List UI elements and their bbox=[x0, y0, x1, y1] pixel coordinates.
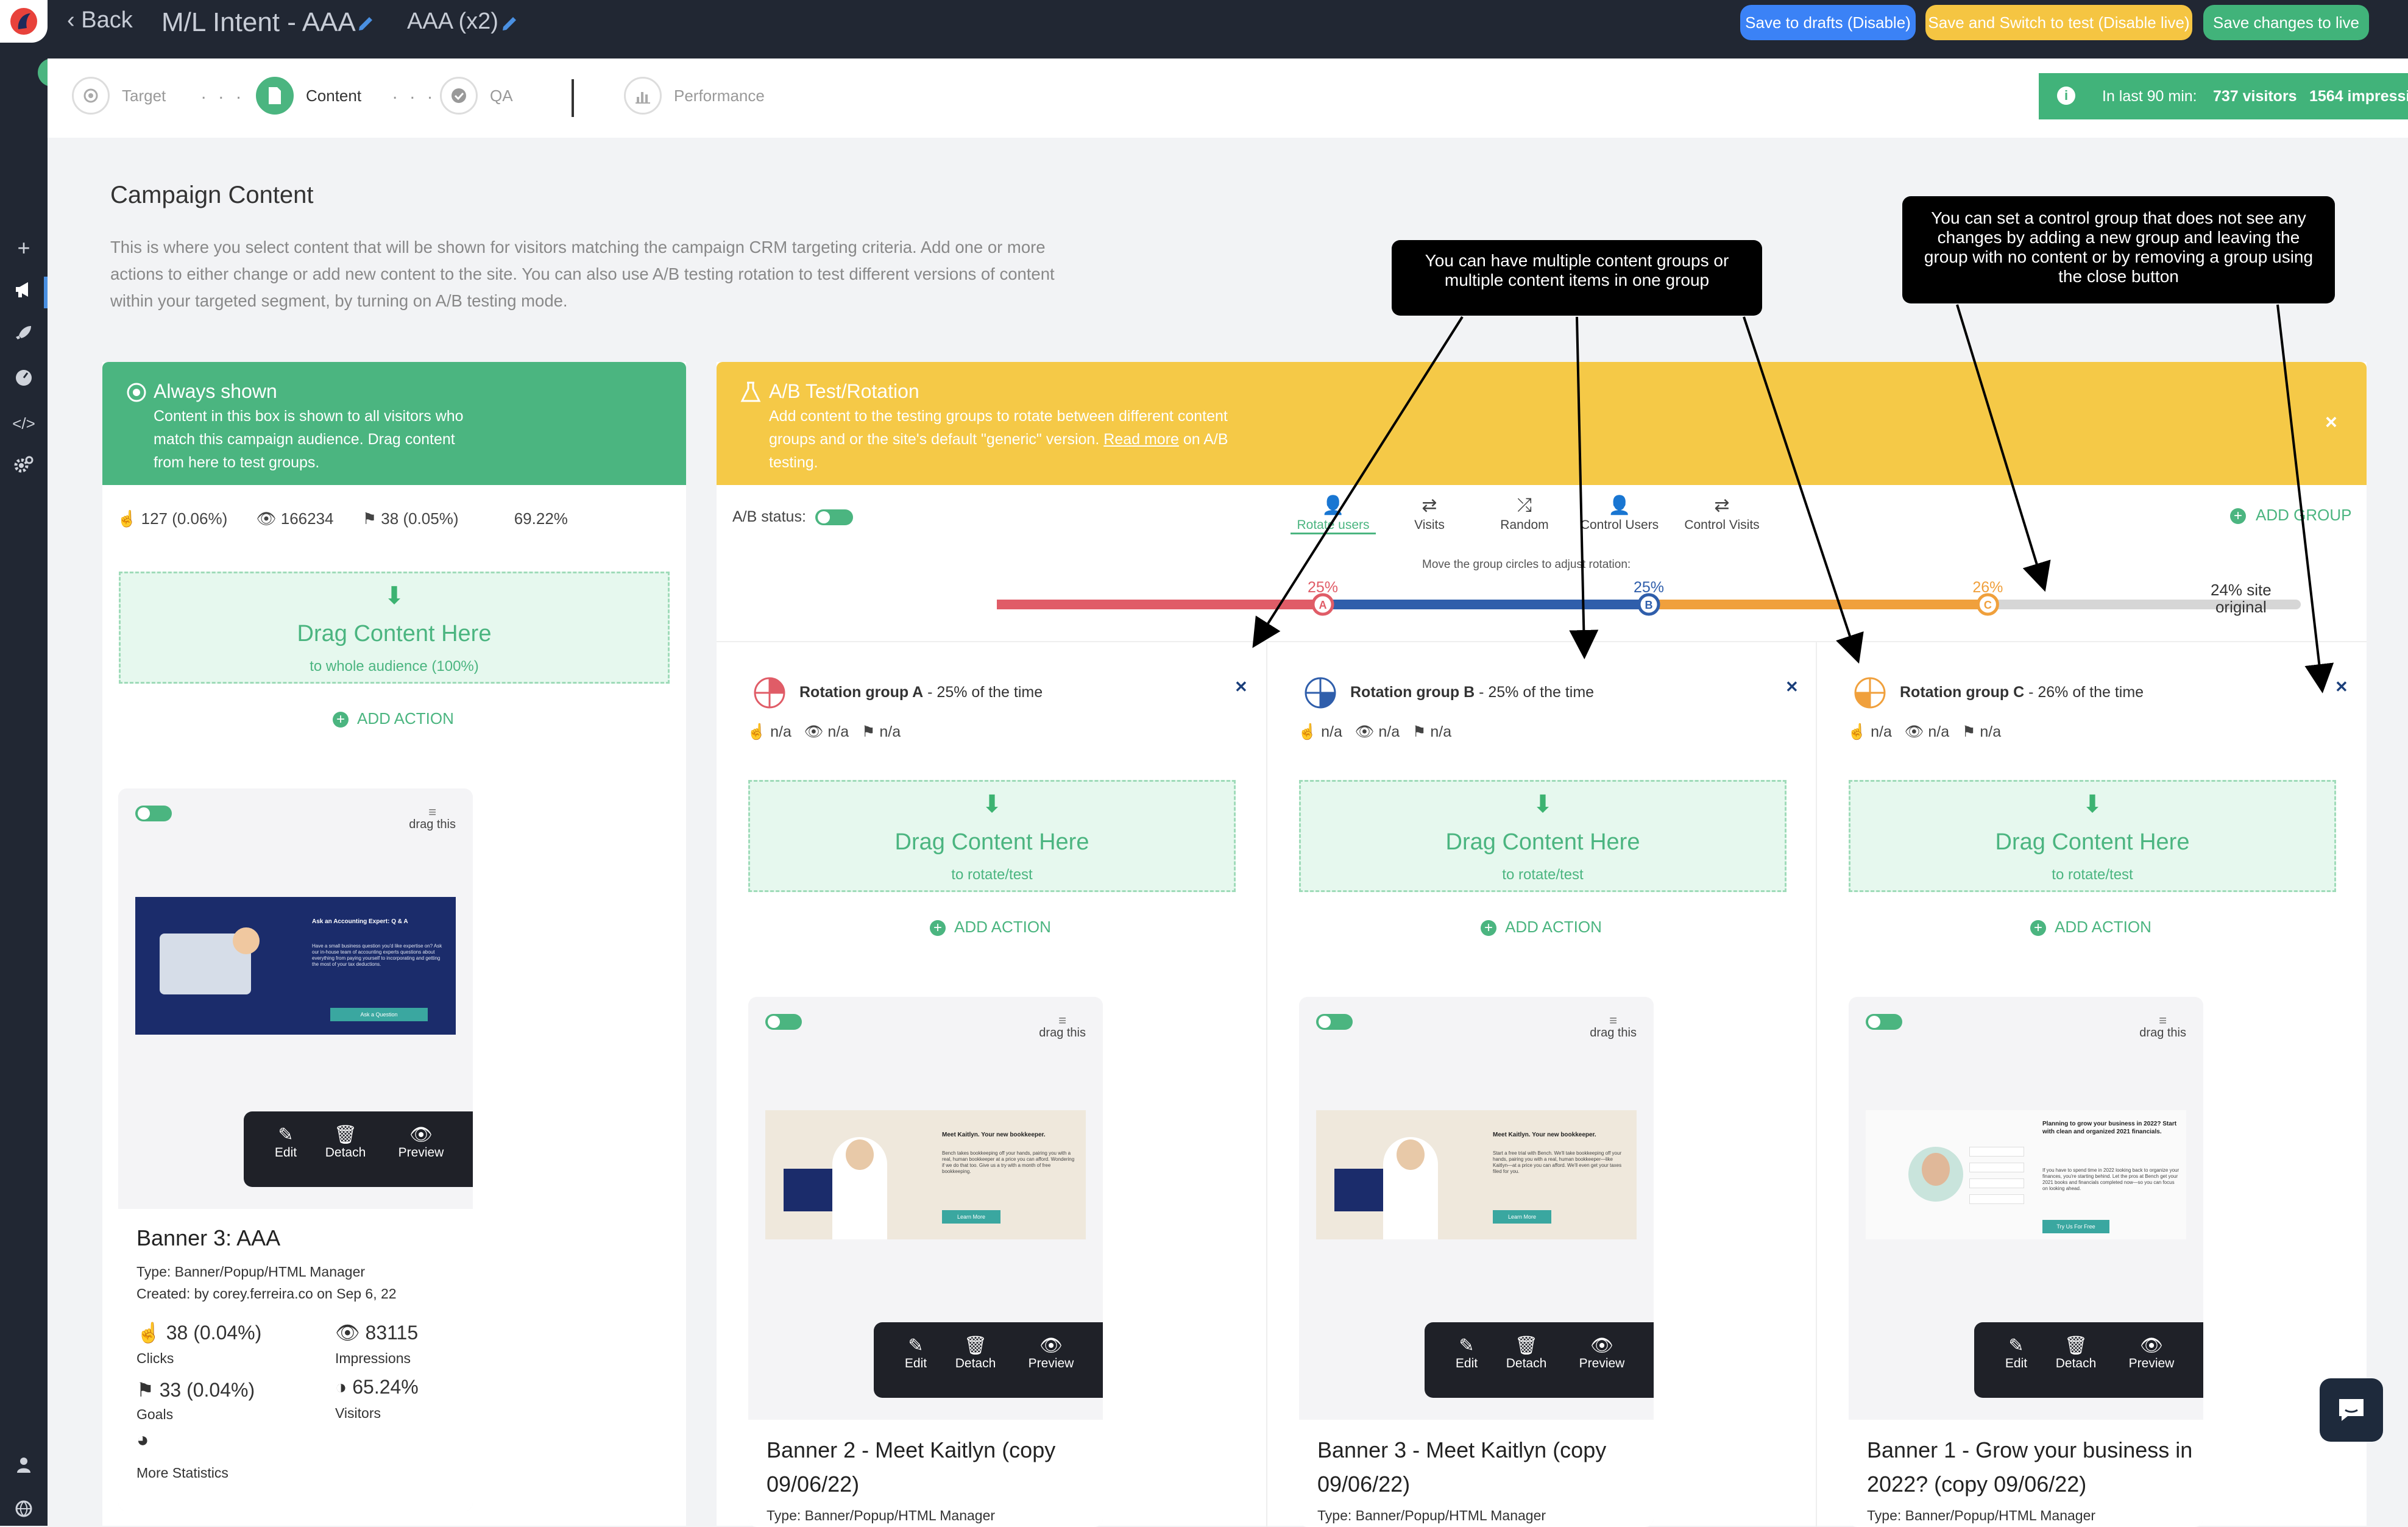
callout-arrows bbox=[1252, 304, 2334, 693]
chat-button[interactable] bbox=[2320, 1378, 2383, 1442]
chat-icon bbox=[2339, 1399, 2364, 1421]
